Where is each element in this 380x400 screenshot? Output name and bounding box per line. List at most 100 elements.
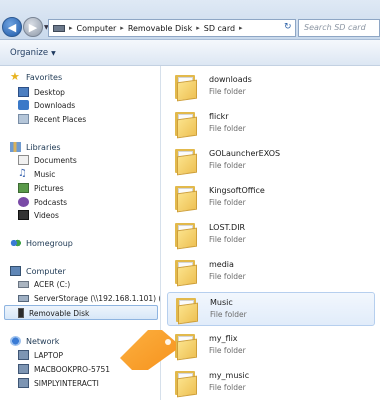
computer-icon xyxy=(18,378,29,388)
homegroup-icon xyxy=(10,238,21,248)
breadcrumb-chevron-icon[interactable]: ▸ xyxy=(239,24,243,32)
folder-name: KingsoftOffice xyxy=(209,186,265,195)
folder-type: File folder xyxy=(209,346,246,355)
chevron-down-icon: ▼ xyxy=(51,50,56,57)
folder-name: Music xyxy=(210,298,233,307)
nav-label: Homegroup xyxy=(26,238,73,248)
breadcrumb-chevron-icon[interactable]: ▸ xyxy=(69,24,73,32)
folder-row[interactable]: my_flix File folder xyxy=(167,329,375,363)
nav-favorites[interactable]: ★ Favorites xyxy=(10,71,63,82)
nav-libraries[interactable]: Libraries xyxy=(10,142,61,152)
nav-label: Podcasts xyxy=(34,197,68,207)
folder-row[interactable]: LOST.DIR File folder xyxy=(167,218,375,252)
nav-item-downloads[interactable]: Downloads xyxy=(18,100,75,110)
nav-item-desktop[interactable]: Desktop xyxy=(18,87,65,97)
network-drive-icon xyxy=(18,295,29,302)
nav-computer[interactable]: Computer xyxy=(10,266,66,276)
folder-name: flickr xyxy=(209,112,229,121)
folder-name: media xyxy=(209,260,234,269)
folder-name: my_flix xyxy=(209,334,238,343)
breadcrumb-removable-disk[interactable]: Removable Disk xyxy=(128,24,192,33)
nav-item-laptop[interactable]: LAPTOP xyxy=(18,350,63,360)
search-input[interactable]: Search SD card xyxy=(298,19,380,37)
sd-card-icon xyxy=(18,308,24,318)
breadcrumb-chevron-icon[interactable]: ▸ xyxy=(196,24,200,32)
folder-row[interactable]: my_music File folder xyxy=(167,366,375,400)
nav-label: Recent Places xyxy=(34,114,87,124)
nav-item-simplyinteracti[interactable]: SIMPLYINTERACTI xyxy=(18,378,99,388)
folder-row[interactable]: KingsoftOffice File folder xyxy=(167,181,375,215)
breadcrumb-chevron-icon[interactable]: ▸ xyxy=(120,24,124,32)
folder-row[interactable]: GOLauncherEXOS File folder xyxy=(167,144,375,178)
breadcrumb[interactable]: ▸ Computer ▸ Removable Disk ▸ SD card ▸ xyxy=(48,19,296,37)
folder-name: GOLauncherEXOS xyxy=(209,149,281,158)
folder-icon xyxy=(173,147,199,176)
folder-row[interactable]: flickr File folder xyxy=(167,107,375,141)
nav-item-pictures[interactable]: Pictures xyxy=(18,183,64,193)
nav-label: Documents xyxy=(34,155,77,165)
refresh-icon[interactable]: ↻ xyxy=(284,22,292,32)
folder-type: File folder xyxy=(209,383,246,392)
nav-item-videos[interactable]: Videos xyxy=(18,210,59,220)
nav-label: Removable Disk xyxy=(29,308,90,318)
file-list: downloads File folder flickr File folder GOL… xyxy=(161,66,380,400)
folder-row[interactable]: downloads File folder xyxy=(167,70,375,104)
libraries-icon xyxy=(10,142,21,152)
nav-item-acer-c[interactable]: ACER (C:) xyxy=(18,280,70,289)
nav-item-recent-places[interactable]: Recent Places xyxy=(18,114,86,124)
nav-label: Favorites xyxy=(26,72,63,82)
breadcrumb-sd-card[interactable]: SD card xyxy=(204,24,235,33)
forward-button[interactable]: ▶ xyxy=(23,17,43,37)
folder-row[interactable]: media File folder xyxy=(167,255,375,289)
nav-item-music[interactable]: ♫ Music xyxy=(18,169,55,179)
folder-icon xyxy=(173,184,199,213)
recent-places-icon xyxy=(18,114,29,124)
nav-item-server-storage[interactable]: ServerStorage (\\192.168.1.101) (Z:) xyxy=(18,294,172,303)
nav-item-removable-disk[interactable]: Removable Disk xyxy=(18,308,89,318)
videos-icon xyxy=(18,210,29,220)
nav-item-documents[interactable]: Documents xyxy=(18,155,77,165)
folder-icon xyxy=(173,258,199,287)
folder-name: my_music xyxy=(209,371,250,380)
nav-homegroup[interactable]: Homegroup xyxy=(10,238,73,248)
network-icon xyxy=(10,336,21,346)
folder-type: File folder xyxy=(210,310,247,319)
pictures-icon xyxy=(18,183,29,193)
nav-item-podcasts[interactable]: Podcasts xyxy=(18,197,67,207)
documents-icon xyxy=(18,155,29,165)
nav-label: Libraries xyxy=(26,142,61,152)
podcasts-icon xyxy=(18,197,29,207)
computer-icon xyxy=(18,350,29,360)
folder-icon xyxy=(174,296,200,325)
nav-network[interactable]: Network xyxy=(10,336,59,346)
breadcrumb-computer[interactable]: Computer xyxy=(77,24,117,33)
back-arrow-icon: ◀ xyxy=(7,20,17,34)
folder-row[interactable]: Music File folder xyxy=(167,292,375,326)
nav-label: LAPTOP xyxy=(34,350,64,360)
organize-button[interactable]: Organize ▼ xyxy=(10,48,56,58)
nav-label: ServerStorage (\\192.168.1.101) (Z:) xyxy=(34,294,172,303)
command-bar: Organize ▼ xyxy=(0,40,380,66)
nav-label: Pictures xyxy=(34,183,64,193)
folder-icon xyxy=(173,110,199,139)
computer-icon xyxy=(10,266,21,276)
computer-icon xyxy=(18,364,29,374)
folder-type: File folder xyxy=(209,272,246,281)
nav-item-macbookpro[interactable]: MACBOOKPRO-5751 xyxy=(18,364,110,374)
nav-label: Computer xyxy=(26,266,66,276)
drive-icon xyxy=(53,24,65,32)
organize-label: Organize xyxy=(10,48,49,58)
folder-type: File folder xyxy=(209,87,246,96)
folder-icon xyxy=(173,221,199,250)
folder-type: File folder xyxy=(209,235,246,244)
nav-label: Desktop xyxy=(34,87,65,97)
folder-type: File folder xyxy=(209,161,246,170)
nav-label: MACBOOKPRO-5751 xyxy=(34,364,111,374)
folder-type: File folder xyxy=(209,198,246,207)
nav-label: Videos xyxy=(34,210,59,220)
folder-icon xyxy=(173,73,199,102)
back-button[interactable]: ◀ xyxy=(2,17,22,37)
nav-label: ACER (C:) xyxy=(34,280,71,289)
nav-label: Music xyxy=(34,169,56,179)
forward-arrow-icon: ▶ xyxy=(28,20,38,34)
